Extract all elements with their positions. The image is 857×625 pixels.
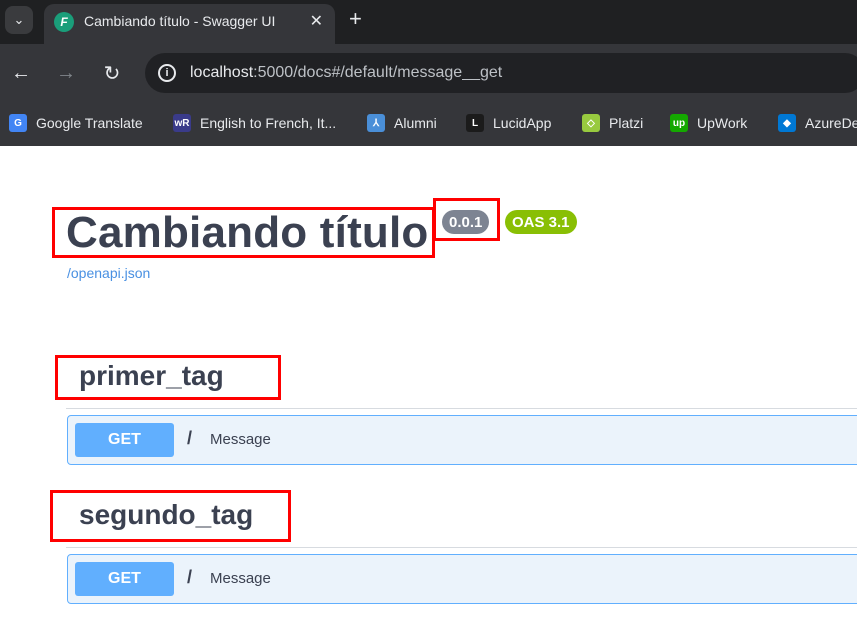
browser-toolbar: ← → ↻ i localhost:5000/docs#/default/mes… [0,44,857,102]
tag-divider [66,408,857,409]
tab-search-button[interactable]: ⌄ [5,6,33,34]
highlight-tag-segundo [50,490,291,542]
bookmark-label: Google Translate [36,115,143,131]
bookmark-alumni[interactable]: ⅄ Alumni [367,112,437,134]
openapi-json-link[interactable]: /openapi.json [67,265,150,281]
method-badge-get: GET [75,423,174,457]
operation-get-root[interactable]: GET / Message [67,554,857,604]
bookmarks-bar: G Google Translate wR English to French, It… [0,102,857,146]
lucid-icon: L [466,114,484,132]
bookmark-label: LucidApp [493,115,552,131]
tag-divider [66,547,857,548]
back-button[interactable]: ← [8,60,34,86]
wordreference-icon: wR [173,114,191,132]
operation-path: / [187,428,193,448]
bookmark-platzi[interactable]: ◇ Platzi [582,112,643,134]
highlight-tag-primer [55,355,281,400]
oas-badge: OAS 3.1 [505,210,577,234]
reload-button[interactable]: ↻ [99,60,125,86]
operation-summary: Message [210,570,271,587]
bookmark-label: UpWork [697,115,748,131]
new-tab-button[interactable]: + [349,7,362,31]
tab-strip: ⌄ F Cambiando título - Swagger UI ✕ + [0,0,857,44]
bookmark-label: Platzi [609,115,644,131]
fastapi-favicon-icon: F [54,12,74,32]
upwork-icon: up [670,114,688,132]
url-path: :5000/docs#/default/message__get [253,64,503,81]
swagger-page: Cambiando título 0.0.1 OAS 3.1 /openapi.… [0,146,857,625]
close-tab-icon[interactable]: ✕ [310,11,323,31]
highlight-title [52,207,435,258]
site-info-icon[interactable]: i [158,64,176,82]
highlight-version [433,198,500,241]
operation-path: / [187,567,193,587]
bookmark-wordreference[interactable]: wR English to French, It... [173,112,336,134]
bookmark-lucid[interactable]: L LucidApp [466,112,551,134]
google-translate-icon: G [9,114,27,132]
address-bar[interactable]: i localhost:5000/docs#/default/message__… [145,53,857,93]
url-text[interactable]: localhost:5000/docs#/default/message__ge… [190,64,502,82]
url-host: localhost [190,64,254,81]
forward-button[interactable]: → [53,60,79,86]
tab-title: Cambiando título - Swagger UI [84,13,276,29]
bookmark-google-translate[interactable]: G Google Translate [9,112,143,134]
operation-get-root[interactable]: GET / Message [67,415,857,465]
bookmark-label: Alumni [394,115,437,131]
browser-tab[interactable]: F Cambiando título - Swagger UI ✕ [44,4,335,44]
bookmark-upwork[interactable]: up UpWork [670,112,747,134]
method-badge-get: GET [75,562,174,596]
platzi-icon: ◇ [582,114,600,132]
bookmark-label: AzureDe [805,115,857,131]
bookmark-label: English to French, It... [200,115,337,131]
azure-devops-icon: ◆ [778,114,796,132]
operation-summary: Message [210,431,271,448]
bookmark-azure-devops[interactable]: ◆ AzureDe [778,112,857,134]
alumni-icon: ⅄ [367,114,385,132]
